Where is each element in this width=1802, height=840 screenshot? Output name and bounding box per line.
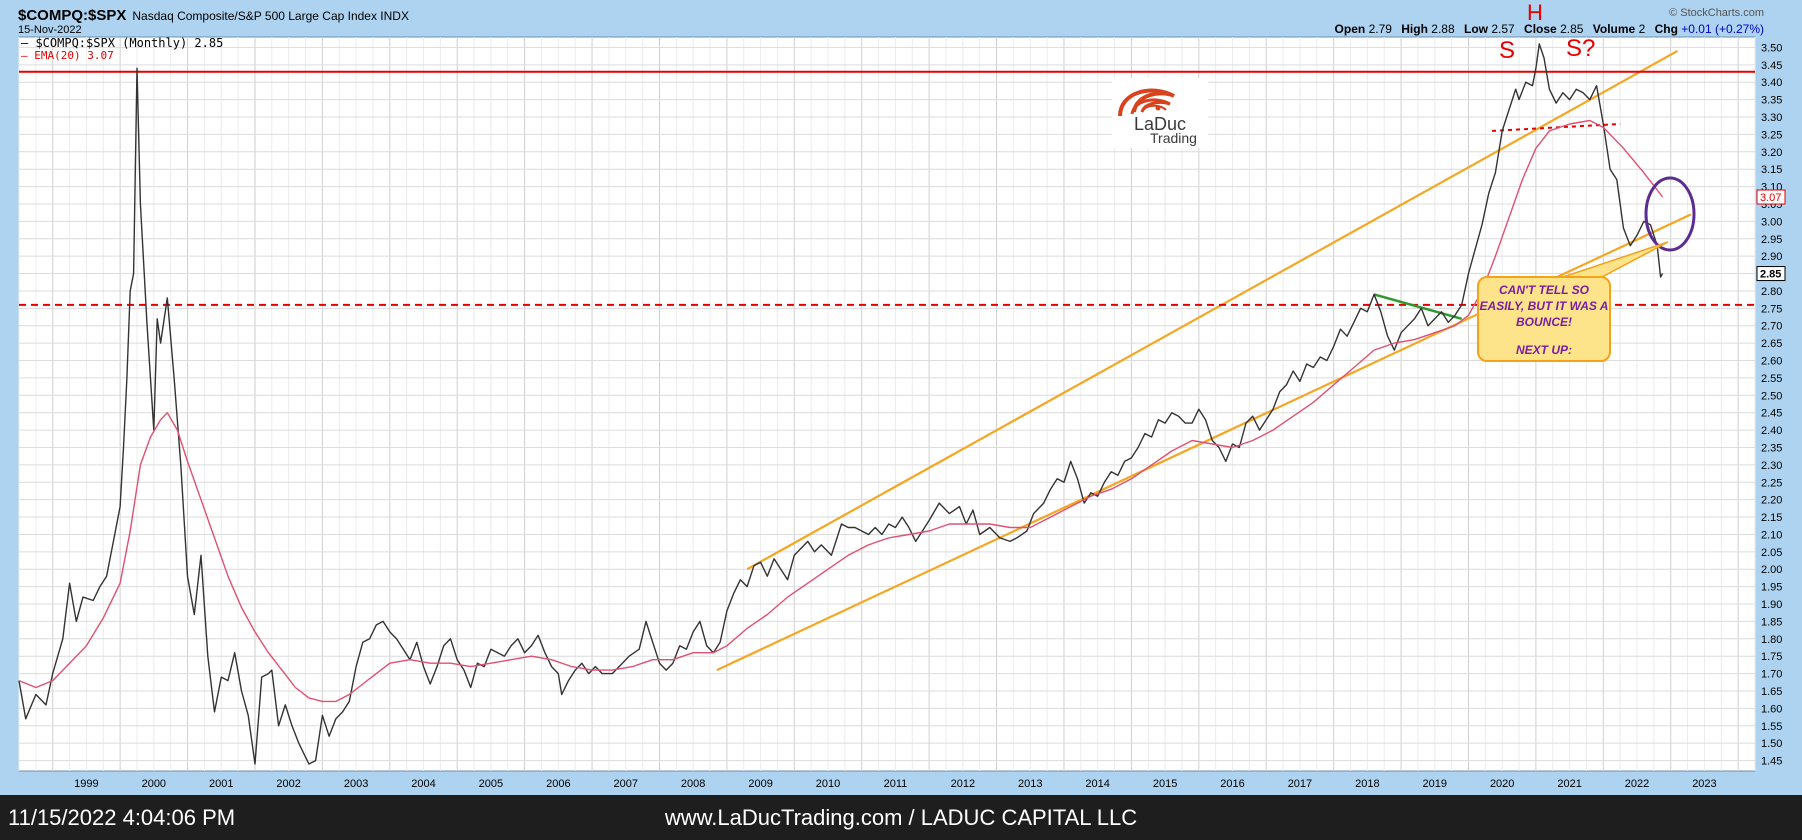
open-value: 2.79 [1368, 22, 1392, 36]
x-tick-label: 2003 [344, 778, 368, 790]
y-tick-label: 2.55 [1761, 373, 1782, 385]
x-tick-label: 2001 [209, 778, 233, 790]
y-tick-label: 2.65 [1761, 338, 1782, 350]
x-tick-label: 2020 [1490, 778, 1514, 790]
y-tick-label: 3.30 [1761, 112, 1782, 124]
y-tick-label: 2.10 [1761, 529, 1782, 541]
x-tick-label: 2010 [816, 778, 840, 790]
y-tick-label: 2.75 [1761, 303, 1782, 315]
y-tick-label: 3.45 [1761, 60, 1782, 72]
footer-bar: 11/15/2022 4:04:06 PM www.LaDucTrading.c… [0, 795, 1802, 840]
chg-label: Chg [1654, 22, 1678, 36]
y-tick-label: 2.35 [1761, 442, 1782, 454]
logo-subtitle: Trading [1150, 130, 1197, 146]
x-tick-label: 2002 [276, 778, 300, 790]
laduc-logo: LaDuc Trading [1112, 78, 1208, 148]
symbol-text: $COMPQ:$SPX [18, 7, 127, 24]
x-tick-label: 2008 [681, 778, 705, 790]
y-tick-label: 3.00 [1761, 216, 1782, 228]
head-label: H [1527, 0, 1543, 25]
y-tick-label: 2.70 [1761, 321, 1782, 333]
callout-next-text: NEXT UP: [1515, 343, 1572, 357]
y-tick-label: 2.95 [1761, 234, 1782, 246]
y-tick-label: 1.55 [1761, 721, 1782, 733]
y-tick-label: 1.50 [1761, 738, 1782, 750]
y-tick-label: 2.15 [1761, 512, 1782, 524]
chart-symbol: $COMPQ:$SPX Nasdaq Composite/S&P 500 Larg… [18, 7, 409, 24]
chart-canvas: 3.503.453.403.353.303.253.203.153.103.05… [18, 36, 1786, 790]
plot-area [18, 36, 1756, 772]
x-tick-label: 2004 [411, 778, 435, 790]
x-tick-label: 2006 [546, 778, 570, 790]
close-value: 2.85 [1560, 22, 1584, 36]
y-tick-label: 1.95 [1761, 582, 1782, 594]
y-tick-label: 2.45 [1761, 408, 1782, 420]
right-shoulder-label: S? [1566, 35, 1596, 62]
low-label: Low [1463, 22, 1488, 36]
y-tick-label: 1.45 [1761, 756, 1782, 768]
high-value: 2.88 [1431, 22, 1455, 36]
x-tick-label: 2021 [1557, 778, 1581, 790]
y-tick-label: 2.20 [1761, 495, 1782, 507]
x-tick-label: 2011 [884, 778, 908, 790]
low-value: 2.57 [1491, 22, 1515, 36]
y-tick-label: 3.35 [1761, 95, 1782, 107]
volume-value: 2 [1638, 22, 1646, 36]
volume-label: Volume [1592, 22, 1636, 36]
footer-source: www.LaDucTrading.com / LADUC CAPITAL LLC [664, 805, 1138, 830]
x-tick-label: 2016 [1220, 778, 1244, 790]
x-tick-label: 2018 [1355, 778, 1379, 790]
x-tick-label: 2012 [951, 778, 975, 790]
high-label: High [1401, 22, 1428, 36]
x-tick-label: 2014 [1085, 778, 1109, 790]
x-tick-label: 2017 [1288, 778, 1312, 790]
y-tick-label: 3.50 [1761, 42, 1782, 54]
left-shoulder-label: S [1499, 37, 1516, 64]
y-tick-label: 2.05 [1761, 547, 1782, 559]
stockcharts-watermark: © StockCharts.com [1669, 7, 1764, 19]
y-tick-label: 1.85 [1761, 616, 1782, 628]
y-tick-label: 2.80 [1761, 286, 1782, 298]
x-tick-label: 2005 [479, 778, 503, 790]
y-tick-label: 1.70 [1761, 669, 1782, 681]
x-tick-label: 2009 [748, 778, 772, 790]
legend-ema-text: EMA(20) 3.07 [34, 49, 114, 62]
y-tick-label: 1.65 [1761, 686, 1782, 698]
chart-date: 15-Nov-2022 [18, 24, 82, 36]
y-tick-label: 1.60 [1761, 703, 1782, 715]
y-tick-label: 3.25 [1761, 129, 1782, 141]
legend-ema-series: — EMA(20) 3.07 [21, 49, 114, 62]
last-ema-label: 3.07 [1760, 192, 1781, 204]
y-tick-label: 2.60 [1761, 356, 1782, 368]
y-tick-label: 1.90 [1761, 599, 1782, 611]
x-tick-label: 2013 [1018, 778, 1042, 790]
x-tick-label: 2000 [142, 778, 166, 790]
legend-price-series: — $COMPQ:$SPX (Monthly) 2.85 [21, 36, 224, 50]
legend-price-text: $COMPQ:$SPX (Monthly) 2.85 [35, 36, 224, 50]
y-tick-label: 1.75 [1761, 651, 1782, 663]
x-tick-label: 2007 [614, 778, 638, 790]
y-tick-label: 2.40 [1761, 425, 1782, 437]
y-tick-label: 3.40 [1761, 77, 1782, 89]
y-tick-label: 2.00 [1761, 564, 1782, 576]
y-tick-label: 1.80 [1761, 634, 1782, 646]
symbol-description: Nasdaq Composite/S&P 500 Large Cap Index… [132, 9, 409, 23]
y-tick-label: 2.25 [1761, 477, 1782, 489]
y-tick-label: 2.30 [1761, 460, 1782, 472]
chg-value: +0.01 (+0.27%) [1681, 22, 1764, 36]
ohlc-summary: Open 2.79 High 2.88 Low 2.57 Close 2.85 … [1335, 22, 1764, 36]
y-tick-label: 2.50 [1761, 390, 1782, 402]
y-tick-label: 3.15 [1761, 164, 1782, 176]
y-tick-label: 2.90 [1761, 251, 1782, 263]
x-tick-label: 2015 [1153, 778, 1177, 790]
callout-text: CAN'T TELL SO EASILY, BUT IT WAS A BOUNC… [1479, 283, 1609, 329]
x-tick-label: 1999 [74, 778, 98, 790]
last-price-label: 2.85 [1760, 269, 1781, 281]
y-tick-label: 3.20 [1761, 147, 1782, 159]
x-tick-label: 2019 [1423, 778, 1447, 790]
annotation-callout: CAN'T TELL SO EASILY, BUT IT WAS A BOUNC… [1477, 276, 1611, 362]
x-tick-label: 2023 [1692, 778, 1716, 790]
open-label: Open [1334, 22, 1366, 36]
x-tick-label: 2022 [1625, 778, 1649, 790]
